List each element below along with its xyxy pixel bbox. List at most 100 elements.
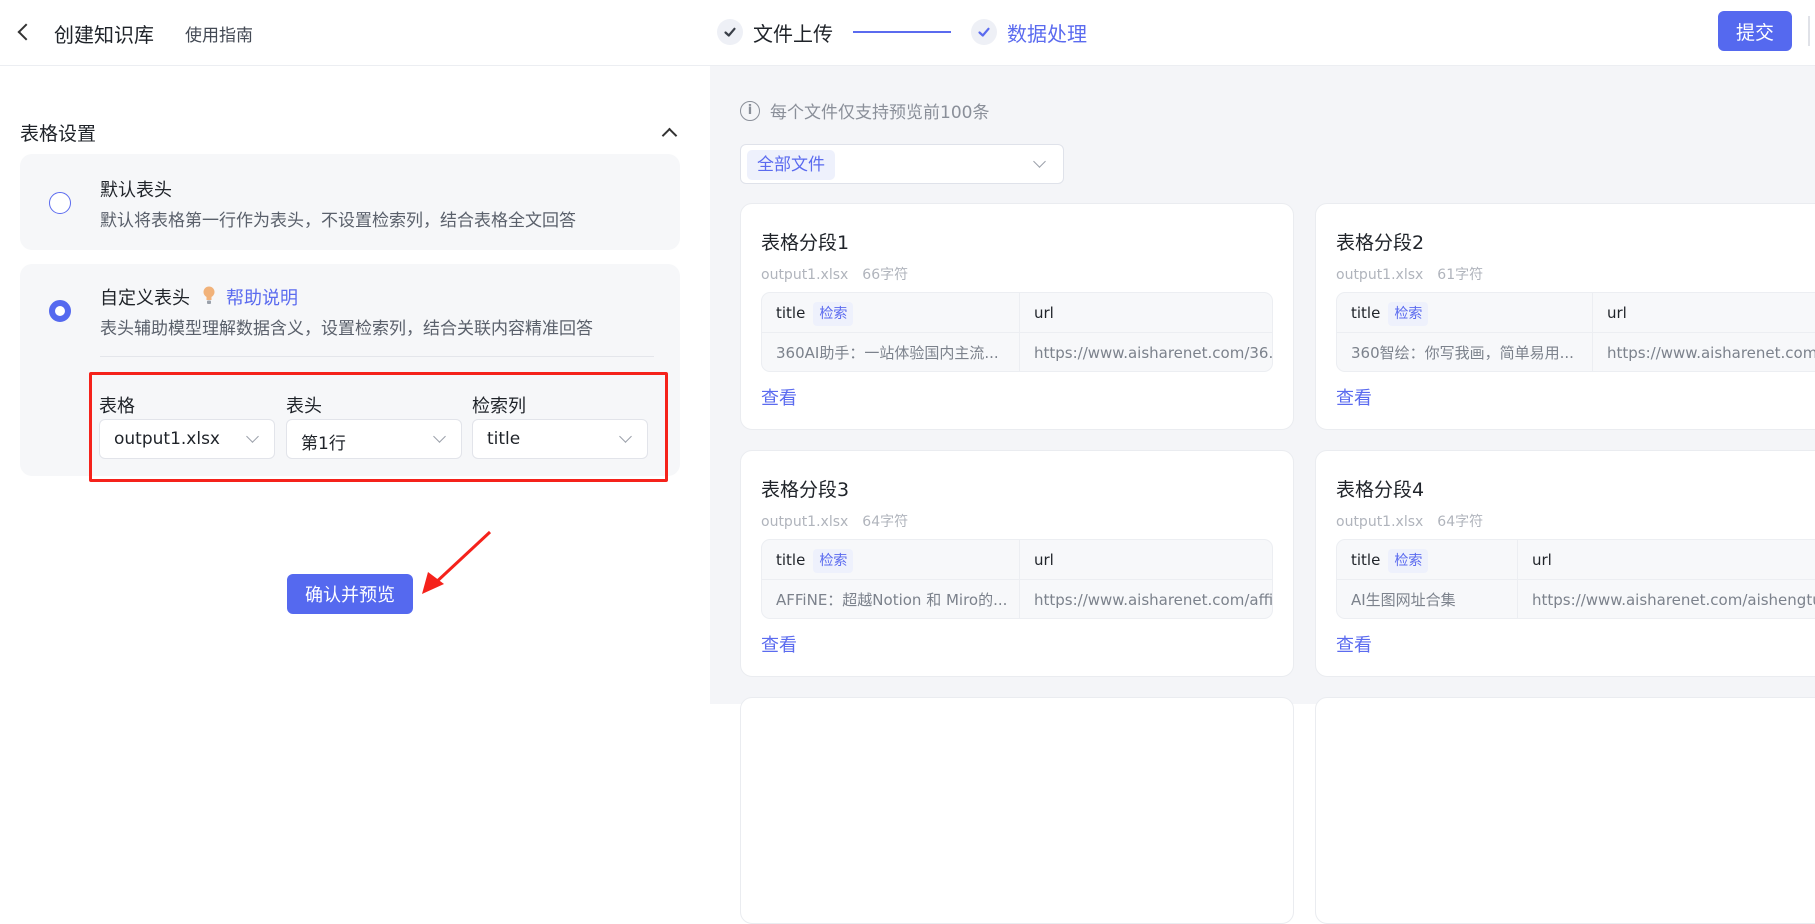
guide-link[interactable]: 使用指南 bbox=[185, 21, 253, 46]
segment-table: title 检索 url AI生图网址合集 https://www.aishare… bbox=[1336, 539, 1815, 619]
segment-char-count: 64字符 bbox=[862, 514, 909, 530]
segment-table: title 检索 url AFFiNE：超越Notion 和 Miro的... h… bbox=[761, 539, 1273, 619]
segment-title: 表格分段3 bbox=[761, 479, 850, 501]
select-value: 第1行 bbox=[301, 434, 346, 454]
step-upload: 文件上传 bbox=[717, 18, 833, 47]
page-title: 创建知识库 bbox=[54, 23, 154, 47]
table-cell: https://www.aisharenet.com/aishengtuwan bbox=[1517, 580, 1815, 618]
chevron-down-icon bbox=[248, 432, 258, 442]
table-select[interactable]: output1.xlsx bbox=[99, 419, 275, 459]
table-cell: 360AI助手：一站体验国内主流... bbox=[776, 344, 999, 362]
search-tag: 检索 bbox=[1388, 549, 1429, 573]
table-header-row: title 检索 url bbox=[1337, 540, 1815, 580]
table-header-row: title 检索 url bbox=[1337, 293, 1815, 333]
segment-card-partial bbox=[740, 697, 1294, 924]
table-settings-panel: 表格设置 默认表头 默认将表格第一行作为表头，不设置检索列，结合表格全文回答 自… bbox=[0, 66, 710, 704]
table-cell: 360智绘：你写我画，简单易用... bbox=[1351, 344, 1574, 362]
column-header: title 检索 bbox=[1351, 540, 1507, 580]
table-row: AFFiNE：超越Notion 和 Miro的... https://www.a… bbox=[762, 580, 1272, 618]
column-header: title 检索 bbox=[776, 293, 1009, 333]
search-tag: 检索 bbox=[813, 549, 854, 573]
divider bbox=[100, 356, 654, 357]
info-notice: 每个文件仅支持预览前100条 bbox=[740, 98, 989, 123]
table-row: 360智绘：你写我画，简单易用... https://www.aisharene… bbox=[1337, 333, 1815, 371]
option-default-header[interactable]: 默认表头 默认将表格第一行作为表头，不设置检索列，结合表格全文回答 bbox=[20, 154, 680, 250]
option-desc: 默认将表格第一行作为表头，不设置检索列，结合表格全文回答 bbox=[100, 211, 576, 231]
top-bar: 创建知识库 使用指南 文件上传 数据处理 提交 bbox=[0, 0, 1815, 66]
view-link[interactable]: 查看 bbox=[761, 384, 797, 410]
chevron-down-icon bbox=[621, 432, 631, 442]
segment-title: 表格分段4 bbox=[1336, 479, 1425, 501]
header-row-select[interactable]: 第1行 bbox=[286, 419, 462, 459]
step-label: 数据处理 bbox=[1007, 21, 1087, 46]
segment-char-count: 64字符 bbox=[1437, 514, 1484, 530]
segment-card-partial bbox=[1315, 697, 1815, 924]
step-label: 文件上传 bbox=[753, 21, 833, 46]
segment-file: output1.xlsx bbox=[761, 267, 849, 283]
segment-card: 表格分段4 output1.xlsx 64字符 title 检索 url AI生图网… bbox=[1315, 450, 1815, 677]
view-link[interactable]: 查看 bbox=[761, 631, 797, 657]
table-header-row: title 检索 url bbox=[762, 293, 1272, 333]
field-label-search-column: 检索列 bbox=[472, 396, 526, 417]
chevron-up-icon[interactable] bbox=[661, 125, 677, 141]
segment-table: title 检索 url 360AI助手：一站体验国内主流... https://… bbox=[761, 292, 1273, 372]
segment-meta: output1.xlsx 66字符 bbox=[761, 264, 908, 284]
option-title: 默认表头 bbox=[100, 180, 172, 201]
table-cell: https://www.aisharenet.com/36... bbox=[1019, 333, 1272, 371]
column-header: title 检索 bbox=[776, 540, 1009, 580]
table-row: AI生图网址合集 https://www.aisharenet.com/aish… bbox=[1337, 580, 1815, 618]
option-desc: 表头辅助模型理解数据含义，设置检索列，结合关联内容精准回答 bbox=[100, 319, 593, 339]
column-header: url bbox=[1019, 540, 1272, 580]
search-column-select[interactable]: title bbox=[472, 419, 648, 459]
field-label-table: 表格 bbox=[99, 396, 135, 417]
divider bbox=[1808, 16, 1810, 46]
view-link[interactable]: 查看 bbox=[1336, 631, 1372, 657]
table-row: 360AI助手：一站体验国内主流... https://www.aisharen… bbox=[762, 333, 1272, 371]
segment-meta: output1.xlsx 61字符 bbox=[1336, 264, 1483, 284]
annotation-highlight-box: 表格 表头 检索列 output1.xlsx 第1行 title bbox=[89, 372, 668, 482]
back-icon[interactable] bbox=[14, 20, 34, 44]
radio-default-header[interactable] bbox=[49, 192, 71, 214]
section-title: 表格设置 bbox=[20, 123, 97, 145]
check-icon bbox=[971, 19, 997, 45]
segment-file: output1.xlsx bbox=[1336, 514, 1424, 530]
column-header: title 检索 bbox=[1351, 293, 1582, 333]
file-filter-select[interactable]: 全部文件 bbox=[740, 144, 1064, 184]
segment-title: 表格分段1 bbox=[761, 232, 850, 254]
info-icon bbox=[740, 100, 760, 121]
table-cell: AFFiNE：超越Notion 和 Miro的... bbox=[776, 591, 1008, 609]
segment-card: 表格分段1 output1.xlsx 66字符 title 检索 url 360AI… bbox=[740, 203, 1294, 430]
column-header: url bbox=[1517, 540, 1815, 580]
step-process: 数据处理 bbox=[971, 18, 1087, 47]
select-value: title bbox=[487, 429, 521, 449]
table-cell: https://www.aisharenet.com/36 bbox=[1592, 333, 1815, 371]
segment-meta: output1.xlsx 64字符 bbox=[1336, 511, 1483, 531]
field-label-header: 表头 bbox=[286, 396, 322, 417]
view-link[interactable]: 查看 bbox=[1336, 384, 1372, 410]
segment-title: 表格分段2 bbox=[1336, 232, 1425, 254]
search-tag: 检索 bbox=[813, 302, 854, 326]
submit-button[interactable]: 提交 bbox=[1718, 11, 1792, 51]
segment-card: 表格分段2 output1.xlsx 61字符 title 检索 url 360智绘… bbox=[1315, 203, 1815, 430]
step-connector bbox=[853, 31, 951, 33]
segment-table: title 检索 url 360智绘：你写我画，简单易用... https://w… bbox=[1336, 292, 1815, 372]
column-header: url bbox=[1592, 293, 1815, 333]
search-tag: 检索 bbox=[1388, 302, 1429, 326]
file-filter-tag: 全部文件 bbox=[747, 150, 835, 180]
help-link[interactable]: 帮助说明 bbox=[226, 284, 298, 310]
radio-custom-header[interactable] bbox=[49, 300, 71, 322]
confirm-preview-button[interactable]: 确认并预览 bbox=[287, 574, 413, 614]
preview-panel: 每个文件仅支持预览前100条 全部文件 表格分段1 output1.xlsx 66… bbox=[710, 66, 1815, 924]
segment-card: 表格分段3 output1.xlsx 64字符 title 检索 url AFFiN… bbox=[740, 450, 1294, 677]
segment-file: output1.xlsx bbox=[1336, 267, 1424, 283]
check-icon bbox=[717, 19, 743, 45]
select-value: output1.xlsx bbox=[114, 429, 220, 449]
stepper: 文件上传 数据处理 bbox=[717, 17, 1087, 47]
lightbulb-icon bbox=[203, 286, 215, 304]
info-text: 每个文件仅支持预览前100条 bbox=[770, 103, 990, 123]
chevron-down-icon bbox=[1035, 157, 1045, 167]
table-cell: AI生图网址合集 bbox=[1351, 591, 1456, 609]
segment-char-count: 61字符 bbox=[1437, 267, 1484, 283]
segment-meta: output1.xlsx 64字符 bbox=[761, 511, 908, 531]
table-header-row: title 检索 url bbox=[762, 540, 1272, 580]
